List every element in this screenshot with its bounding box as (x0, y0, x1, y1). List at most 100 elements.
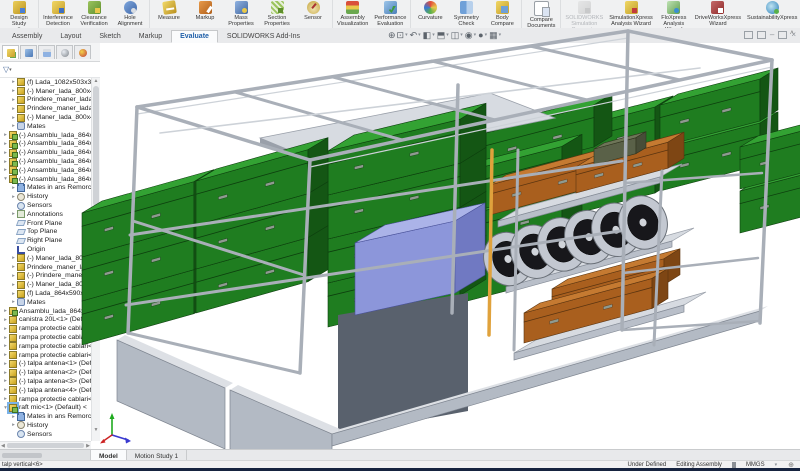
tree-item[interactable]: ▾raft mic<1> (Default) < (0, 403, 91, 412)
tree-item[interactable]: ▸Mates (0, 122, 91, 131)
tree-item[interactable]: ▸(-) talpa antena<1> (Defau (0, 360, 91, 369)
expand-arrow[interactable]: ▸ (2, 317, 9, 323)
view-settings-icon[interactable]: ▦ (489, 29, 498, 41)
panel-tab-configurationmanager[interactable] (38, 45, 55, 59)
compare-documents-button[interactable]: CompareDocuments (523, 0, 559, 28)
expand-arrow[interactable]: ▸ (2, 159, 9, 165)
tree-item[interactable]: ▾(-) Ansamblu_lada_864x59( (0, 175, 91, 184)
tab-solidworks-add-ins[interactable]: SOLIDWORKS Add-Ins (218, 30, 309, 43)
tree-item[interactable]: ▸Mates in ans Remorca (0, 412, 91, 421)
expand-arrow[interactable]: ▸ (10, 273, 17, 279)
simulationxpress-button[interactable]: SimulationXpressAnalysis Wizard (606, 0, 656, 28)
curvature-button[interactable]: Curvature (412, 0, 448, 28)
sensor-button[interactable]: Sensor (295, 0, 331, 28)
window-close[interactable]: × (791, 30, 796, 40)
expand-arrow[interactable]: ▸ (10, 422, 17, 428)
driveworksxpress-button[interactable]: DriveWorksXpressWizard (692, 0, 744, 28)
expand-arrow[interactable]: ▸ (10, 194, 17, 200)
tab-markup[interactable]: Markup (130, 30, 171, 43)
tab-layout[interactable]: Layout (51, 30, 90, 43)
interference-detection-button[interactable]: InterferenceDetection (40, 0, 76, 28)
expand-arrow[interactable]: ▸ (10, 414, 17, 420)
hole-alignment-button[interactable]: HoleAlignment (112, 0, 148, 28)
body-compare-button[interactable]: BodyCompare (484, 0, 520, 28)
expand-arrow[interactable]: ▸ (10, 299, 17, 305)
tree-item[interactable]: ▸(-) talpa antena<3> (Defau (0, 377, 91, 386)
expand-arrow[interactable]: ▸ (10, 282, 17, 288)
dropdown-caret[interactable]: ▾ (405, 32, 408, 38)
tree-item[interactable]: ▸(-) Maner_lada_800x47 (0, 254, 91, 263)
collapse-arrow[interactable]: ▾ (2, 176, 9, 182)
expand-arrow[interactable]: ▸ (2, 396, 9, 402)
clearance-verification-button[interactable]: ClearanceVerification (76, 0, 112, 28)
mass-properties-button[interactable]: MassProperties (223, 0, 259, 28)
panel-tab-propertymanager[interactable] (20, 45, 37, 59)
collapse-arrow[interactable]: ▾ (2, 405, 9, 411)
tab-assembly[interactable]: Assembly (3, 30, 51, 43)
zoom-fit-icon[interactable]: ⊕ (388, 29, 396, 41)
tree-item[interactable]: ▸(-) Ansamblu_lada_864x59( (0, 166, 91, 175)
expand-arrow[interactable]: ▸ (10, 211, 17, 217)
dropdown-caret[interactable]: ▾ (499, 32, 502, 38)
hide-show-items-icon[interactable]: ◉ (465, 29, 473, 41)
expand-arrow[interactable]: ▸ (2, 141, 9, 147)
expand-arrow[interactable]: ▸ (2, 150, 9, 156)
panel-tab-featuremanager[interactable] (2, 45, 19, 59)
expand-arrow[interactable]: ▸ (10, 291, 17, 297)
tree-item[interactable]: ▸History (0, 421, 91, 430)
tab-evaluate[interactable]: Evaluate (171, 30, 218, 43)
tree-item[interactable]: ▸Annotations (0, 210, 91, 219)
tree-item[interactable]: ▸rampa protectie cablari<2> (0, 333, 91, 342)
dropdown-caret[interactable]: ▾ (460, 32, 463, 38)
expand-arrow[interactable]: ▸ (2, 361, 9, 367)
tree-item[interactable]: ▸(f) Lada_1082x503x394 (0, 78, 91, 87)
tree-item[interactable]: ▸rampa protectie cablari<5> (0, 395, 91, 404)
tree-item[interactable]: ▸rampa protectie cablari<3> (0, 342, 91, 351)
tree-item[interactable]: ▸History (0, 192, 91, 201)
edit-appearance-icon[interactable]: ● (478, 29, 483, 41)
dropdown-caret[interactable]: ▾ (418, 32, 421, 38)
scroll-left-arrow[interactable]: ◀ (1, 443, 5, 449)
tree-item[interactable]: Right Plane (0, 236, 91, 245)
section-view-icon[interactable]: ◧ (423, 29, 432, 41)
panel-tab-dimxpertmanager[interactable] (56, 45, 73, 59)
tree-item[interactable]: ▸rampa protectie cablari<4> (0, 351, 91, 360)
expand-arrow[interactable]: ▸ (2, 335, 9, 341)
tree-item[interactable]: ▸Mates (0, 298, 91, 307)
scroll-up-arrow[interactable]: ▲ (92, 78, 100, 84)
tree-item[interactable]: ▸Prindere_maner_lada_l (0, 104, 91, 113)
symmetry-check-button[interactable]: SymmetryCheck (448, 0, 484, 28)
expand-arrow[interactable]: ▸ (10, 97, 17, 103)
expand-arrow[interactable]: ▸ (2, 132, 9, 138)
expand-arrow[interactable]: ▸ (10, 255, 17, 261)
tree-item[interactable]: Top Plane (0, 228, 91, 237)
floxpress-button[interactable]: FloXpressAnalysisWizard (656, 0, 692, 28)
tree-item[interactable]: ▸(-) Maner_lada_800x47 (0, 87, 91, 96)
assembly-visualization-button[interactable]: AssemblyVisualization (334, 0, 371, 28)
measure-button[interactable]: Measure (151, 0, 187, 28)
window-icon[interactable] (757, 31, 766, 39)
tree-item[interactable]: ▸(-) talpa antena<4> (Defau (0, 386, 91, 395)
scroll-right-arrow[interactable]: ▶ (86, 443, 90, 449)
graphics-area[interactable] (100, 43, 800, 449)
tree-item[interactable]: ▸rampa protectie cablari<1> (0, 324, 91, 333)
previous-view-icon[interactable]: ↶ (410, 29, 418, 41)
tree-item[interactable]: ▸(-) Ansamblu_lada_864x59( (0, 157, 91, 166)
expand-arrow[interactable]: ▸ (2, 387, 9, 393)
sustainabilityxpress-button[interactable]: SustainabilityXpress (744, 0, 800, 28)
tree-item[interactable]: Origin (0, 245, 91, 254)
expand-arrow[interactable]: ▸ (2, 378, 9, 384)
performance-evaluation-button[interactable]: PerformanceEvaluation (371, 0, 409, 28)
expand-arrow[interactable]: ▸ (2, 167, 9, 173)
window-restore[interactable] (778, 31, 787, 39)
dropdown-caret[interactable]: ▾ (474, 32, 477, 38)
expand-arrow[interactable]: ▸ (10, 123, 17, 129)
dropdown-caret[interactable]: ▾ (446, 32, 449, 38)
tree-horizontal-scrollbar[interactable]: ◀ ▶ (0, 441, 91, 449)
zoom-area-icon[interactable]: ⊡ (397, 29, 405, 41)
tree-item[interactable]: ▸Mates in ans Remorca (0, 184, 91, 193)
expand-arrow[interactable]: ▸ (10, 264, 17, 270)
green-crates-left[interactable] (82, 138, 328, 345)
dropdown-caret[interactable]: ▾ (485, 32, 488, 38)
tree-item[interactable]: Sensors (0, 201, 91, 210)
